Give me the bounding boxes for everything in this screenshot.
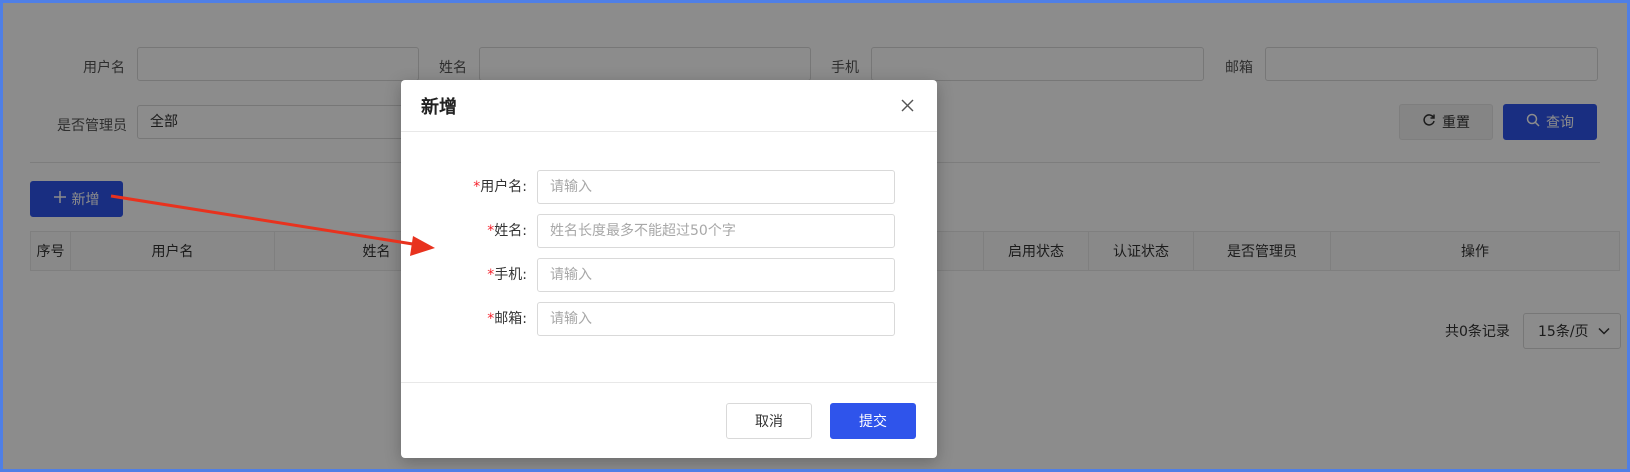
annotation-arrow-icon (110, 194, 435, 256)
page-frame: 用户名 姓名 手机 邮箱 是否管理员 全部 重置 查询 新增 序号 用户名 姓名 (0, 0, 1630, 472)
